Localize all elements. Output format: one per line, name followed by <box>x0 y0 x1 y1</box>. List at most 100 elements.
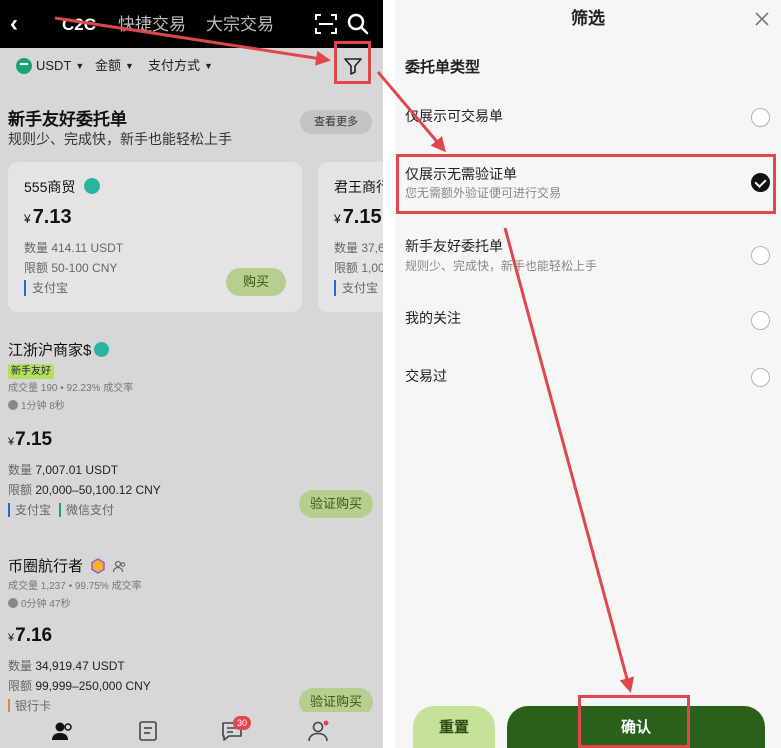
merchant-name-text: 币圈航行者 <box>8 558 84 575</box>
profile-nav-icon[interactable] <box>306 720 330 742</box>
clock-icon <box>8 598 18 608</box>
option-tradable-only[interactable]: 仅展示可交易单 <box>395 100 781 140</box>
tab-bulk-trade[interactable]: 大宗交易 <box>206 14 274 36</box>
limit-value: 20,000–50,100.12 CNY <box>35 483 161 497</box>
confirm-highlight-box <box>578 695 690 748</box>
option-highlight-box <box>396 154 776 214</box>
offer-price: ¥7.15 <box>334 204 382 232</box>
offer-quantity: 数量 37,6 <box>334 241 383 255</box>
completion-rate: 92.23% 成交率 <box>66 383 134 394</box>
list-item[interactable]: 币圈航行者 成交量 1,237 • 99.75% 成交率 0分钟 47秒 ¥7.… <box>0 558 383 718</box>
users-icon <box>113 560 126 573</box>
amount-filter[interactable]: 金额 ▼ <box>95 58 134 74</box>
radio-button[interactable] <box>751 108 770 127</box>
chevron-left-icon[interactable]: ‹ <box>10 10 18 38</box>
c2c-market-screen: ‹ C2C 快捷交易 大宗交易 USDT ▼ 金额 ▼ 支付方式 ▼ 新手友好委托单 … <box>0 0 383 748</box>
section-subtitle: 规则少、完成快，新手也能轻松上手 <box>8 131 232 147</box>
currency-symbol: ¥ <box>24 212 31 226</box>
beginner-friendly-section: 新手友好委托单 规则少、完成快，新手也能轻松上手 查看更多 555商贸 ¥7.1… <box>0 94 383 324</box>
payment-filter[interactable]: 支付方式 ▼ <box>148 58 213 74</box>
notification-badge: 30 <box>233 716 251 730</box>
reset-button[interactable]: 重置 <box>413 706 495 748</box>
offer-quantity: 数量 414.11 USDT <box>24 241 124 255</box>
release-time: 1分钟 8秒 <box>8 400 65 414</box>
release-time-value: 0分钟 47秒 <box>21 599 71 610</box>
offer-limit: 限额 99,999–250,000 CNY <box>8 678 151 694</box>
tab-quick-trade[interactable]: 快捷交易 <box>118 14 186 36</box>
offer-price: ¥7.15 <box>8 428 52 454</box>
coin-selector-label: USDT <box>36 58 72 73</box>
list-item[interactable]: 江浙沪商家$ 新手友好 成交量 190 • 92.23% 成交率 1分钟 8秒 … <box>0 342 383 532</box>
offer-price-value: 7.15 <box>342 206 382 228</box>
verified-badge-icon <box>94 342 110 357</box>
usdt-coin-icon <box>16 58 32 74</box>
verify-buy-button[interactable]: 验证购买 <box>299 490 373 518</box>
completion-rate: 99.75% 成交率 <box>74 581 142 592</box>
offer-price: ¥7.13 <box>24 204 72 232</box>
merchant-name: 君王商行 <box>334 179 383 195</box>
sheet-title: 筛选 <box>571 9 605 28</box>
payment-method: 银行卡 <box>8 699 52 713</box>
offer-limit: 限额 20,000–50,100.12 CNY <box>8 482 161 498</box>
option-traded-before[interactable]: 交易过 <box>395 360 781 400</box>
option-beginner-friendly[interactable]: 新手友好委托单 规则少、完成快，新手也能轻松上手 <box>395 230 781 286</box>
currency-symbol: ¥ <box>334 212 341 226</box>
tab-c2c[interactable]: C2C <box>62 14 96 36</box>
limit-label: 限额 <box>8 679 33 693</box>
offer-price-value: 7.16 <box>15 625 53 646</box>
trade-volume: 成交量 1,237 <box>8 581 66 592</box>
payment-method: 支付宝 <box>8 503 52 517</box>
quantity-label: 数量 <box>8 659 33 673</box>
merchant-name: 币圈航行者 <box>8 558 127 576</box>
offer-card[interactable]: 君王商行 ¥7.15 数量 37,6 限额 1,00 支付宝 <box>318 162 383 312</box>
option-following[interactable]: 我的关注 <box>395 302 781 342</box>
verified-badge-icon <box>84 178 100 194</box>
scan-icon[interactable] <box>314 13 338 35</box>
top-bar: ‹ C2C 快捷交易 大宗交易 <box>0 0 383 48</box>
panel-divider <box>383 0 395 748</box>
offer-limit: 限额 50-100 CNY <box>24 261 118 275</box>
offer-card[interactable]: 555商贸 ¥7.13 数量 414.11 USDT 限额 50-100 CNY… <box>8 162 302 312</box>
payment-method: 支付宝 <box>24 280 68 296</box>
offer-quantity: 数量 34,919.47 USDT <box>8 658 125 674</box>
search-icon[interactable] <box>346 12 370 36</box>
option-label: 新手友好委托单 <box>405 238 503 254</box>
buy-button[interactable]: 购买 <box>226 268 286 296</box>
view-more-button[interactable]: 查看更多 <box>300 110 372 134</box>
clock-icon <box>8 400 18 410</box>
users-nav-icon[interactable] <box>50 720 74 742</box>
payment-method: 支付宝 <box>334 280 378 296</box>
option-label: 交易过 <box>405 368 447 384</box>
trade-stats: 成交量 1,237 • 99.75% 成交率 <box>8 581 142 592</box>
hexagon-badge-icon <box>91 558 105 574</box>
quantity-label: 数量 <box>8 463 33 477</box>
offer-price: ¥7.16 <box>8 624 52 650</box>
trade-volume: 成交量 190 <box>8 383 58 394</box>
filter-bar: USDT ▼ 金额 ▼ 支付方式 ▼ <box>0 48 383 86</box>
caret-down-icon: ▼ <box>125 61 134 71</box>
bottom-navigation: 30 <box>0 712 383 748</box>
currency-symbol: ¥ <box>8 436 15 448</box>
filter-highlight-box <box>334 41 371 84</box>
caret-down-icon: ▼ <box>204 61 213 71</box>
beginner-tag: 新手友好 <box>8 364 54 379</box>
radio-button[interactable] <box>751 368 770 387</box>
limit-value: 99,999–250,000 CNY <box>35 679 151 693</box>
payment-methods: 支付宝 微信支付 <box>8 502 122 518</box>
order-type-heading: 委托单类型 <box>405 59 481 76</box>
option-description: 规则少、完成快，新手也能轻松上手 <box>405 259 598 273</box>
option-label: 我的关注 <box>405 310 461 326</box>
quantity-value: 34,919.47 USDT <box>35 659 125 673</box>
release-time-value: 1分钟 8秒 <box>21 401 65 412</box>
radio-button[interactable] <box>751 311 770 330</box>
trade-stats: 成交量 190 • 92.23% 成交率 <box>8 383 134 394</box>
orders-nav-icon[interactable] <box>136 720 160 742</box>
coin-selector[interactable]: USDT ▼ <box>36 58 84 74</box>
caret-down-icon: ▼ <box>75 61 85 71</box>
radio-button[interactable] <box>751 246 770 265</box>
payment-filter-label: 支付方式 <box>148 58 201 73</box>
close-icon[interactable] <box>753 10 771 28</box>
limit-label: 限额 <box>8 483 33 497</box>
offer-price-value: 7.15 <box>15 429 53 450</box>
merchant-name-text: 江浙沪商家$ <box>8 342 92 359</box>
